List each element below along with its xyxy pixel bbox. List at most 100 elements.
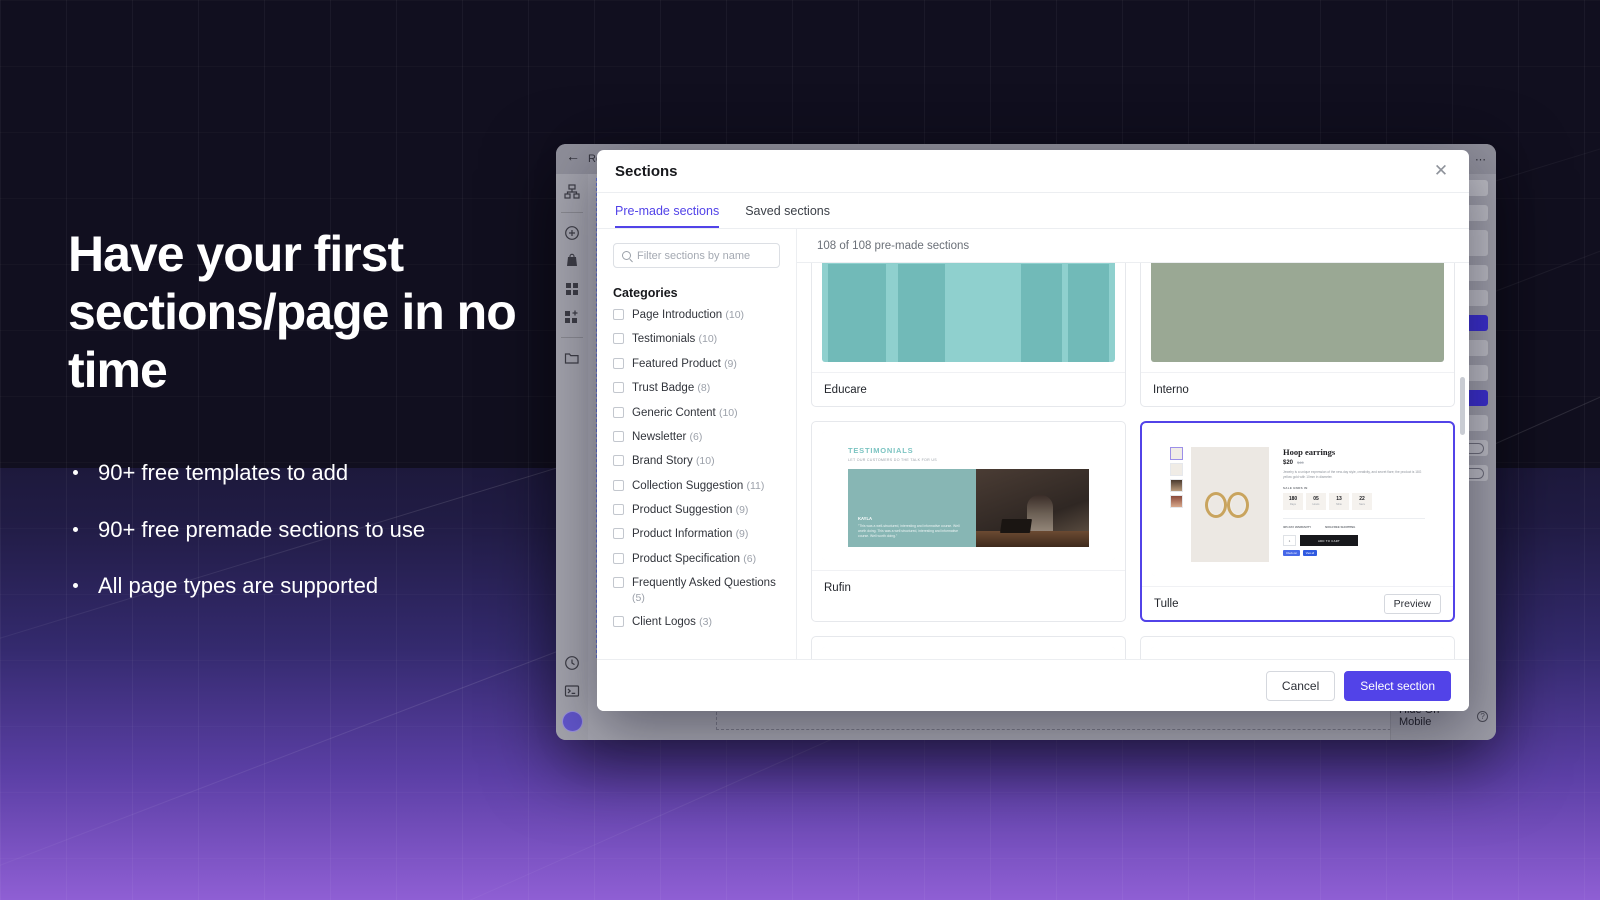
section-card-footer: Rufin [812,570,1125,604]
overflow-menu-icon[interactable]: ⋯ [1475,153,1486,166]
category-count: (10) [698,333,718,346]
section-name: Rufin [824,581,851,594]
section-card-specifications[interactable]: Specifications PRODUCT DETAIL Tarnish-fr… [1140,636,1455,659]
section-thumbnail: TESTIMONIALS LET OUR CUSTOMERS DO THE TA… [822,432,1115,560]
category-page-introduction[interactable]: Page Introduction (10) [613,308,780,322]
category-name: Testimonials [632,333,696,346]
category-featured-product[interactable]: Featured Product (9) [613,357,780,371]
tulle-thumbnail-art: Hoop earrings $20 $40 Jewelry is a unique… [1152,433,1443,576]
rufin-thumbnail-art: TESTIMONIALS LET OUR CUSTOMERS DO THE TA… [822,432,1115,560]
results-pane: 108 of 108 pre-made sections Educare Int… [797,229,1469,659]
section-card-footer: Interno [1141,372,1454,406]
category-label: Generic Content (10) [632,406,738,420]
select-section-button[interactable]: Select section [1344,670,1451,701]
category-count: (3) [699,615,712,628]
close-icon[interactable]: ✕ [1431,161,1451,181]
results-scroll-area[interactable]: Educare Interno TESTIMONIALS LET OUR CUS… [797,263,1469,659]
checkbox[interactable] [613,357,624,369]
category-product-information[interactable]: Product Information (9) [613,527,780,541]
checkbox[interactable] [613,528,624,540]
section-card-rufin[interactable]: TESTIMONIALS LET OUR CUSTOMERS DO THE TA… [811,421,1126,622]
category-name: Trust Badge [632,382,695,395]
countdown-value: 05 [1313,496,1319,503]
category-frequently-asked-questions[interactable]: Frequently Asked Questions (5) [613,576,780,605]
category-count: (10) [718,406,738,419]
categories-title: Categories [613,286,678,300]
results-scrollbar[interactable] [1460,271,1465,651]
history-clock-icon[interactable] [564,655,580,671]
checkbox[interactable] [613,382,624,394]
category-label: Frequently Asked Questions (5) [632,576,780,605]
category-name: Product Suggestion [632,504,733,516]
countdown-value: 13 [1336,496,1342,503]
category-label: Trust Badge (8) [632,381,710,395]
category-label: Page Introduction (10) [632,308,744,322]
cancel-button[interactable]: Cancel [1265,670,1336,701]
checkbox[interactable] [613,552,624,564]
thumb-cart-row: 1 ADD TO CART [1283,535,1425,547]
category-client-logos[interactable]: Client Logos (3) [613,615,780,629]
category-name: Page Introduction [632,309,723,321]
back-arrow-icon[interactable] [566,148,580,166]
category-product-suggestion[interactable]: Product Suggestion (9) [613,503,780,517]
help-icon[interactable]: ? [1477,710,1488,722]
category-generic-content[interactable]: Generic Content (10) [613,406,780,420]
section-name: Tulle [1154,597,1179,610]
category-testimonials[interactable]: Testimonials (10) [613,332,780,346]
category-name: Product Specification [632,552,741,565]
scrollbar-thumb[interactable] [1460,377,1465,436]
layers-icon[interactable] [564,184,580,200]
countdown-unit: Mins [1336,503,1342,507]
category-collection-suggestion[interactable]: Collection Suggestion (11) [613,479,780,493]
tab-pre-made-sections[interactable]: Pre-made sections [615,204,720,228]
checkbox[interactable] [613,430,624,442]
modal-footer: Cancel Select section [597,659,1469,711]
tab-saved-sections[interactable]: Saved sections [745,204,830,228]
thumb-quote: "This was a well-structured, interesting… [858,523,960,538]
section-card-interno[interactable]: Interno [1140,263,1455,407]
search-box[interactable] [613,243,780,268]
interno-thumbnail-art [1151,263,1444,362]
promo-headline: Have your first sections/page in no time [68,226,517,398]
section-card-turquoise[interactable]: SUBSCRIPTION THE LATEST NEWS, EVENTS AND… [811,636,1126,659]
category-label: Newsletter (6) [632,430,702,444]
category-count: (5) [632,591,645,604]
section-card-educare[interactable]: Educare [811,263,1126,407]
checkbox[interactable] [613,455,624,467]
category-count: (6) [689,430,703,443]
thumb-product-title: Hoop earrings [1283,447,1336,457]
search-icon [622,251,631,260]
category-brand-story[interactable]: Brand Story (10) [613,454,780,468]
results-count: 108 of 108 pre-made sections [797,229,1469,263]
category-product-specification[interactable]: Product Specification (6) [613,552,780,566]
category-name: Generic Content [632,406,716,419]
checkbox[interactable] [613,309,624,320]
thumb-qty: 1 [1283,535,1296,547]
thumb-subtitle: LET OUR CUSTOMERS DO THE TALK FOR US [848,458,937,462]
avatar[interactable] [561,711,583,732]
search-input[interactable] [637,249,771,262]
category-label: Collection Suggestion (11) [632,479,764,493]
category-label: Testimonials (10) [632,332,717,346]
section-name: Educare [824,383,867,396]
sidebar-divider [561,212,583,213]
category-trust-badge[interactable]: Trust Badge (8) [613,381,780,395]
checkbox[interactable] [613,479,624,491]
checkbox[interactable] [613,615,624,627]
thumb-pay-button: View all [1302,550,1317,557]
checkbox[interactable] [613,406,624,418]
checkbox[interactable] [613,504,624,515]
checkbox[interactable] [613,333,624,345]
sections-modal: Sections ✕ Pre-made sections Saved secti… [597,150,1469,711]
terminal-icon[interactable] [564,683,580,699]
thumb-price: $20 $40 [1283,460,1425,466]
checkbox[interactable] [613,577,624,589]
promo-bullet: 90+ free templates to add [68,459,588,488]
section-card-tulle[interactable]: Hoop earrings $20 $40 Jewelry is a unique… [1140,421,1455,622]
preview-button[interactable]: Preview [1383,593,1441,614]
thumb-pay-button: Check out [1283,550,1300,557]
modal-header: Sections ✕ [597,150,1469,193]
category-label: Client Logos (3) [632,615,712,629]
category-newsletter[interactable]: Newsletter (6) [613,430,780,444]
section-thumbnail: SUBSCRIPTION THE LATEST NEWS, EVENTS AND… [822,647,1115,659]
